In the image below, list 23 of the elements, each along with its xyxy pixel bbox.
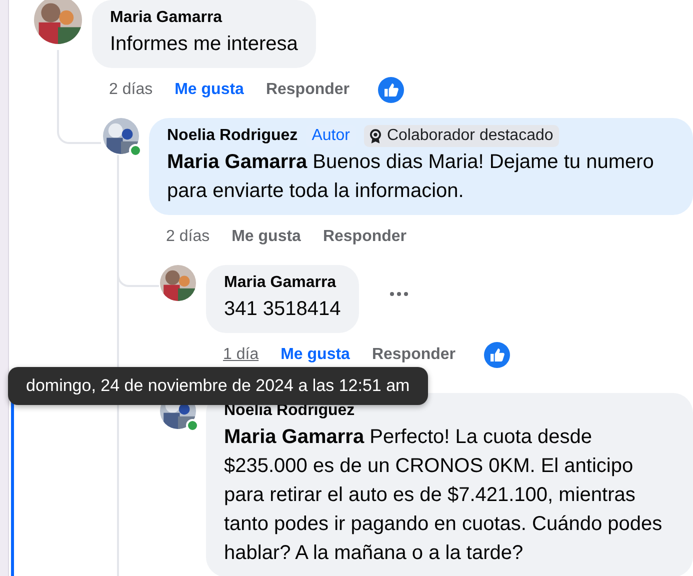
- like-link[interactable]: Me gusta: [280, 346, 350, 364]
- badge-label: Autor: [312, 127, 350, 145]
- thumbs-up-icon[interactable]: [484, 342, 510, 368]
- comment-text: 341 3518414: [224, 297, 341, 322]
- more-icon: [388, 291, 409, 297]
- award-icon: [370, 128, 381, 144]
- like-link[interactable]: Me gusta: [174, 81, 244, 99]
- badge-label: Colaborador destacado: [386, 127, 554, 145]
- thumbs-up-icon[interactable]: [378, 77, 404, 103]
- reply-link[interactable]: Responder: [266, 81, 350, 99]
- author-name[interactable]: Noelia Rodriguez: [167, 124, 298, 148]
- timestamp-link[interactable]: 2 días: [166, 228, 210, 246]
- timestamp-link[interactable]: 2 días: [109, 81, 153, 99]
- author-name[interactable]: Maria Gamarra: [224, 271, 336, 295]
- date-tooltip: domingo, 24 de noviembre de 2024 a las 12:51 am: [8, 367, 428, 405]
- comment-text: Maria Gamarra Buenos dias Maria! Dejame tu numero para enviarte toda la informacion.: [167, 150, 655, 204]
- reply-link[interactable]: Responder: [322, 228, 407, 246]
- timestamp-link[interactable]: 1 día: [223, 346, 259, 364]
- comment-text: Informes me interesa: [110, 32, 298, 57]
- author-name[interactable]: Maria Gamarra: [110, 6, 222, 30]
- comment-text: Maria Gamarra Perfecto! La cuota desde $235.000 es de un CRONOS 0KM. El anticipo para retirar el auto es de $7.421.100, mientras tanto podes ir pagando en cuotas. Cuándo podes hablar? A la mañana o a la tarde?: [224, 425, 664, 566]
- reply-link[interactable]: Responder: [372, 346, 456, 364]
- like-link[interactable]: Me gusta: [232, 228, 301, 246]
